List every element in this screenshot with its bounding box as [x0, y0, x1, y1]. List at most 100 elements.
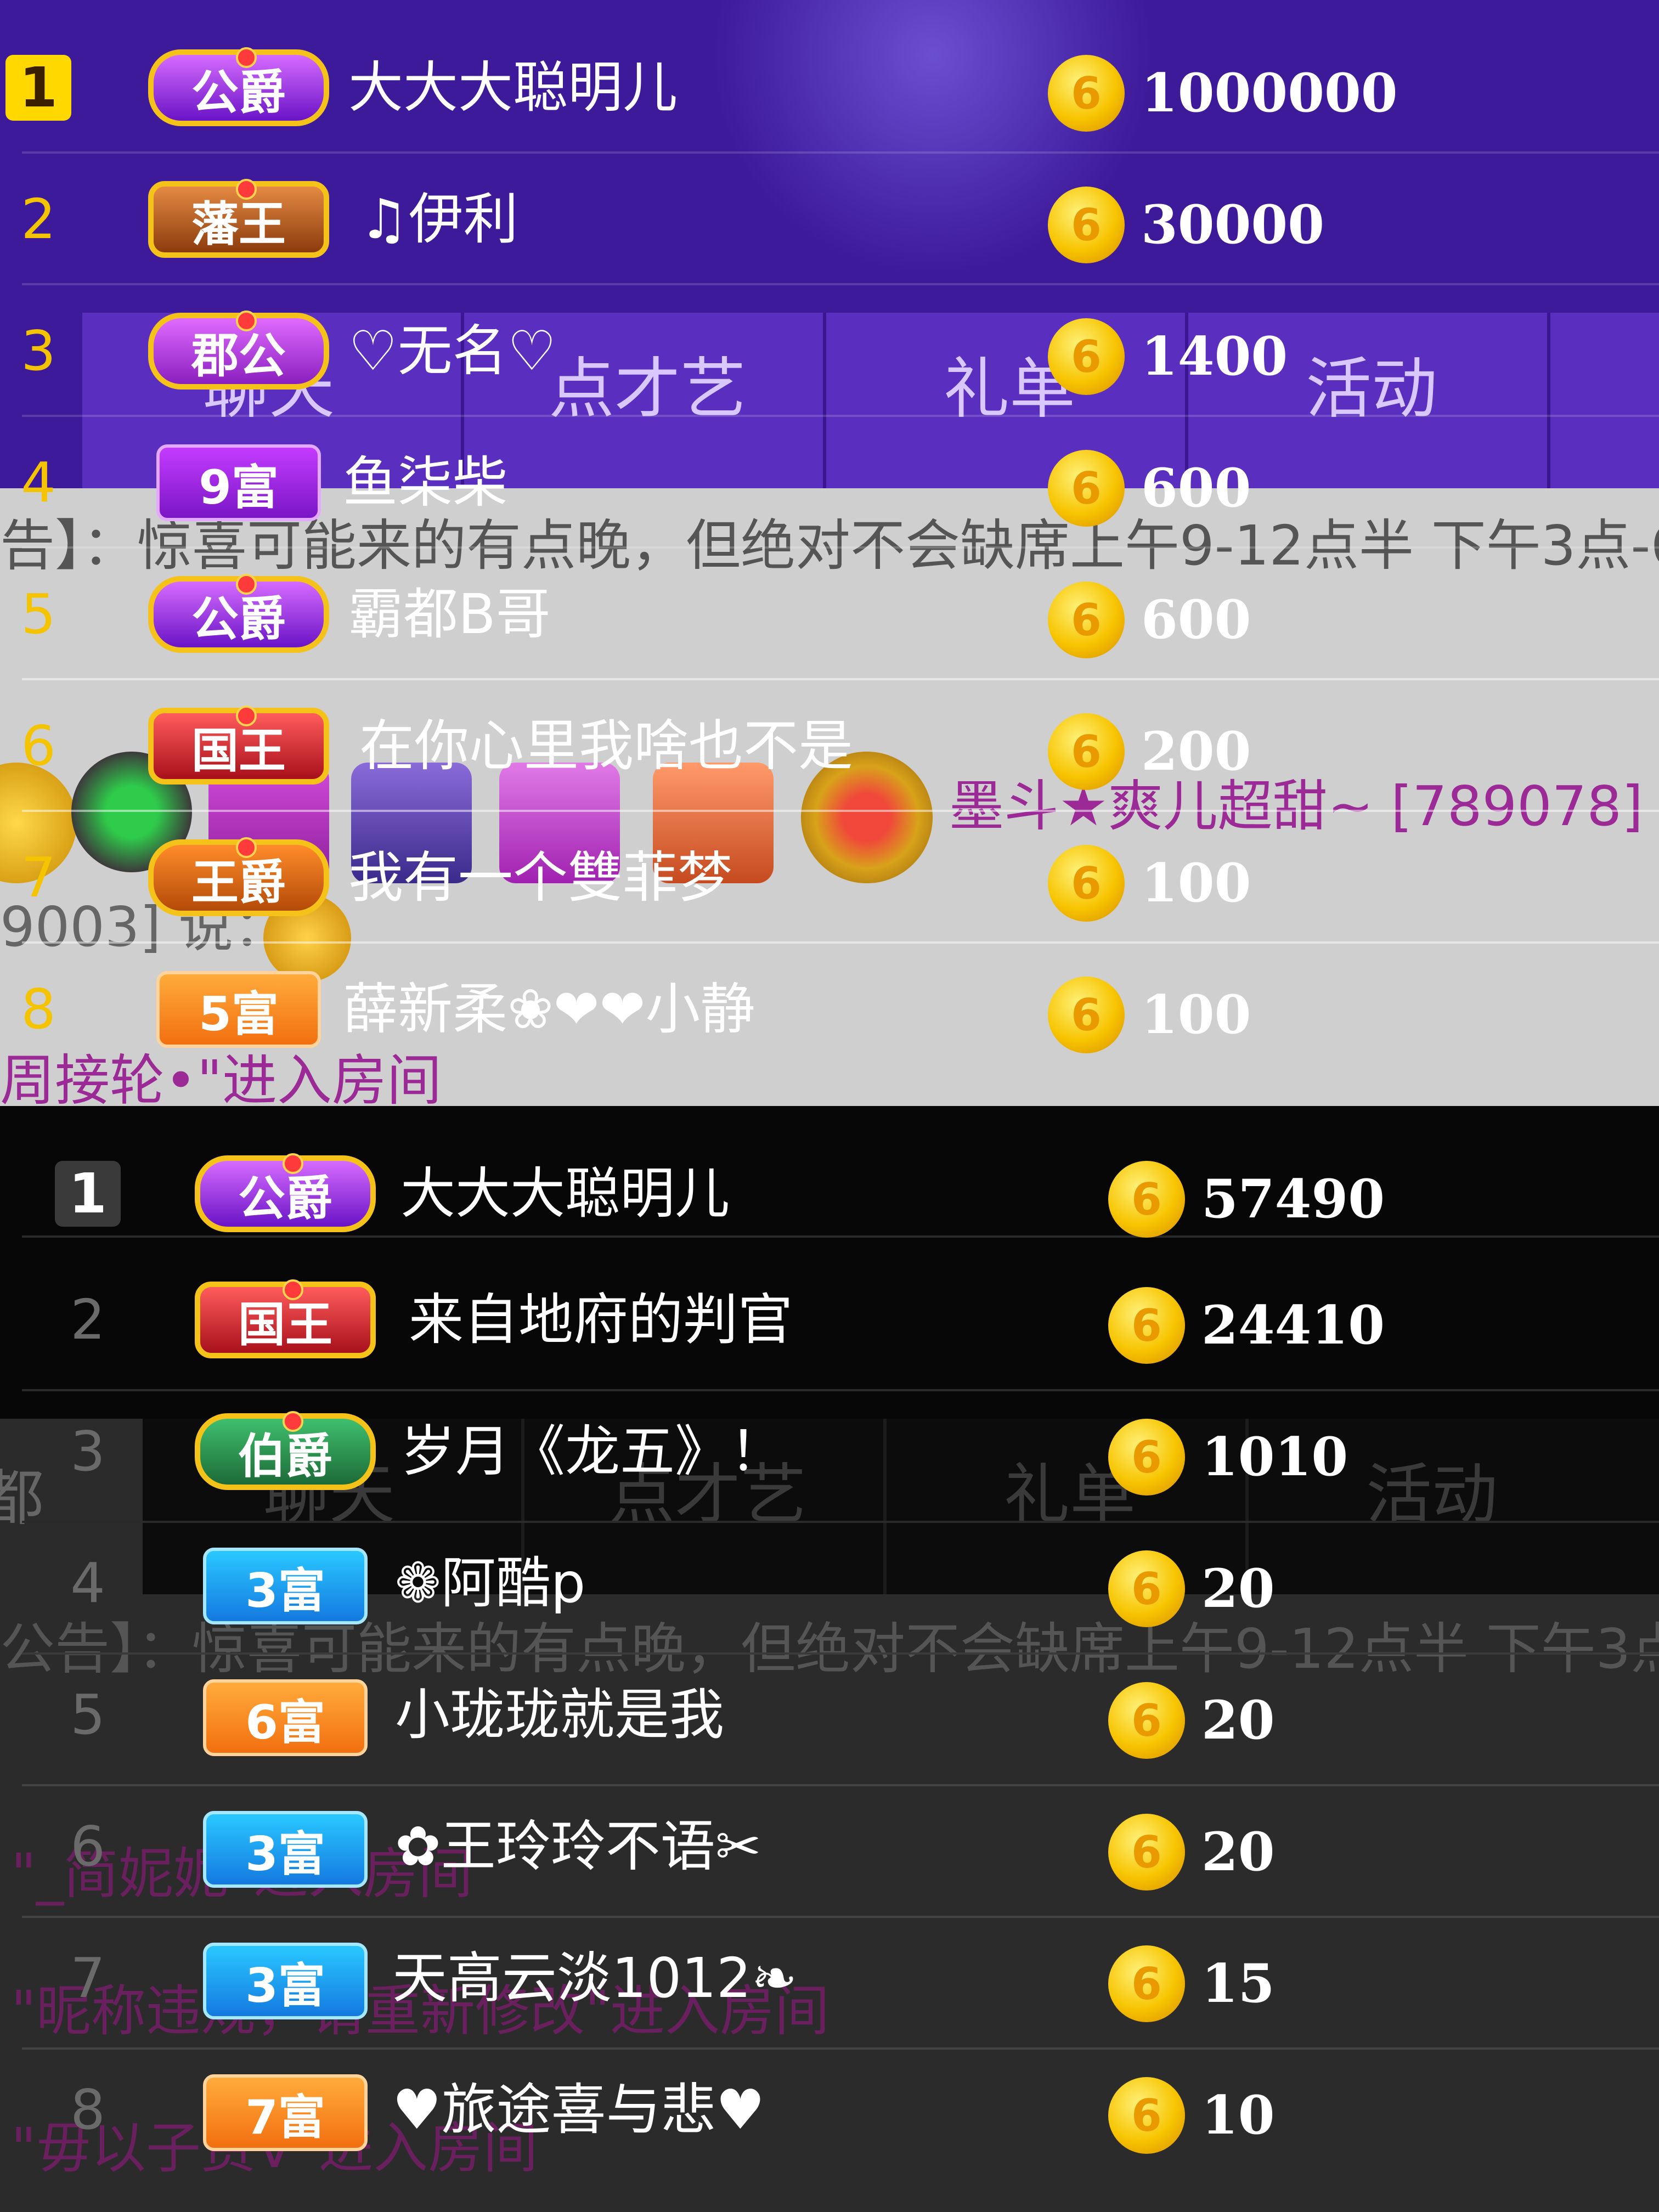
badge-label: 3富 — [245, 1826, 325, 1882]
score-value: 200 — [1141, 720, 1251, 782]
coin-icon: 6 — [1048, 845, 1125, 922]
user-name: 大大大聪明儿 — [348, 55, 678, 120]
user-name: 来自地府的判官 — [409, 1288, 793, 1352]
ranking-row[interactable]: 8 5富 薛新柔❀❤❤小静 6 100 — [0, 944, 1659, 1075]
user-name: ♫伊利 — [359, 187, 518, 251]
badge-gem-icon — [236, 311, 257, 331]
coin-icon: 6 — [1108, 1550, 1185, 1627]
score-value: 600 — [1141, 589, 1251, 651]
ranking-row[interactable]: 1 公爵 大大大聪明儿 6 1000000 — [0, 22, 1659, 154]
coin-icon: 6 — [1108, 2077, 1185, 2154]
noble-badge: 藩王 — [148, 179, 329, 258]
ranking-row[interactable]: 6 国王 在你心里我啥也不是 6 200 — [0, 680, 1659, 812]
user-name: 薛新柔❀❤❤小静 — [343, 977, 755, 1041]
user-name: 霸都B哥 — [348, 582, 551, 646]
wealth-badge: 9富 — [156, 444, 321, 521]
ranking-row[interactable]: 5 公爵 霸都B哥 6 600 — [0, 549, 1659, 680]
ranking-row[interactable]: 3 伯爵 岁月《龙五》！ 6 1010 — [0, 1391, 1659, 1523]
badge-label: 9富 — [199, 460, 279, 515]
badge-gem-icon — [236, 574, 257, 595]
score-value: 20 — [1201, 1689, 1275, 1751]
score-value: 20 — [1201, 1821, 1275, 1883]
score-value: 100 — [1141, 984, 1251, 1046]
coin-icon: 6 — [1048, 977, 1125, 1053]
score-value: 600 — [1141, 457, 1251, 519]
user-name: 大大大聪明儿 — [400, 1161, 730, 1226]
wealth-badge: 3富 — [203, 1811, 368, 1888]
badge-gem-icon — [236, 179, 257, 200]
badge-gem-icon — [236, 47, 257, 68]
rank-number: 4 — [21, 450, 56, 515]
badge-gem-icon — [283, 1279, 303, 1300]
ranking-row[interactable]: 3 郡公 ♡无名♡ 6 1400 — [0, 285, 1659, 417]
rank-number: 4 — [70, 1551, 105, 1615]
ranking-row[interactable]: 6 3富 ✿王玲玲不语✂ 6 20 — [0, 1786, 1659, 1918]
rank-number: 6 — [21, 714, 56, 778]
rank-number: 5 — [70, 1683, 105, 1747]
ranking-row[interactable]: 2 藩王 ♫伊利 6 30000 — [0, 154, 1659, 285]
score-value: 57490 — [1201, 1168, 1385, 1230]
user-name: 在你心里我啥也不是 — [359, 714, 853, 778]
ranking-row[interactable]: 1 公爵 大大大聪明儿 6 57490 — [0, 1106, 1659, 1238]
badge-label: 5富 — [199, 986, 279, 1042]
user-name: ✿王玲玲不语✂ — [395, 1814, 761, 1878]
score-value: 100 — [1141, 852, 1251, 914]
ranking-row[interactable]: 4 3富 ❁阿酷p 6 20 — [0, 1523, 1659, 1655]
wealth-badge: 3富 — [203, 1943, 368, 2019]
ranking-row[interactable]: 4 9富 鱼柒柴 6 600 — [0, 417, 1659, 549]
noble-badge: 王爵 — [148, 837, 329, 916]
coin-icon: 6 — [1108, 1682, 1185, 1759]
coin-icon: 6 — [1108, 1945, 1185, 2022]
rank-number: 1 — [55, 1161, 121, 1227]
rank-number: 2 — [21, 187, 56, 251]
ranking-row[interactable]: 8 7富 ♥旅途喜与悲♥ 6 10 — [0, 2050, 1659, 2181]
wealth-badge: 7富 — [203, 2074, 368, 2151]
row-separator — [22, 1235, 1659, 1238]
user-name: 鱼柒柴 — [343, 450, 507, 515]
rank-number: 2 — [70, 1288, 105, 1352]
rank-number: 8 — [21, 977, 56, 1041]
ranking-row[interactable]: 7 王爵 我有一个雙菲梦 6 100 — [0, 812, 1659, 944]
ranking-panel-top: 聊天 点才艺 礼单 活动 告】：惊喜可能来的有点晚，但绝对不会缺席上午9-12点… — [0, 0, 1659, 1106]
wealth-badge: 6富 — [203, 1679, 368, 1756]
score-value: 24410 — [1201, 1294, 1385, 1356]
coin-icon: 6 — [1108, 1814, 1185, 1891]
rank-number: 3 — [70, 1419, 105, 1483]
score-value: 30000 — [1141, 194, 1324, 256]
ranking-row[interactable]: 7 3富 天高云淡1012❧ 6 15 — [0, 1918, 1659, 2050]
score-value: 1000000 — [1141, 62, 1398, 124]
rank-number: 7 — [21, 845, 56, 910]
score-value: 10 — [1201, 2084, 1275, 2146]
wealth-badge: 5富 — [156, 971, 321, 1048]
rank-number: 8 — [70, 2078, 105, 2142]
score-value: 1400 — [1141, 325, 1288, 387]
ranking-panel-bottom: 都 聊天 点才艺 礼单 活动 公告】：惊喜可能来的有点晚，但绝对不会缺席上午9-… — [0, 1106, 1659, 2212]
coin-icon: 6 — [1108, 1287, 1185, 1364]
noble-badge: 公爵 — [148, 47, 329, 126]
badge-gem-icon — [236, 706, 257, 726]
score-value: 20 — [1201, 1558, 1275, 1620]
user-name: 我有一个雙菲梦 — [348, 845, 732, 910]
coin-icon: 6 — [1108, 1419, 1185, 1496]
badge-gem-icon — [283, 1411, 303, 1432]
noble-badge: 公爵 — [148, 574, 329, 653]
rank-number: 3 — [21, 319, 56, 383]
score-value: 1010 — [1201, 1426, 1348, 1488]
rank-number: 6 — [70, 1814, 105, 1878]
wealth-badge: 3富 — [203, 1548, 368, 1624]
badge-label: 3富 — [245, 1958, 325, 2013]
noble-badge: 国王 — [195, 1279, 376, 1358]
badge-gem-icon — [236, 837, 257, 858]
coin-icon: 6 — [1048, 713, 1125, 790]
coin-icon: 6 — [1048, 582, 1125, 658]
noble-badge: 国王 — [148, 706, 329, 785]
rank-number: 1 — [5, 55, 71, 121]
coin-icon: 6 — [1048, 187, 1125, 263]
coin-icon: 6 — [1048, 318, 1125, 395]
user-name: 小珑珑就是我 — [395, 1683, 724, 1747]
badge-label: 6富 — [245, 1695, 325, 1750]
ranking-row[interactable]: 2 国王 来自地府的判官 6 24410 — [0, 1260, 1659, 1391]
coin-icon: 6 — [1108, 1161, 1185, 1238]
ranking-row[interactable]: 5 6富 小珑珑就是我 6 20 — [0, 1655, 1659, 1786]
coin-icon: 6 — [1048, 55, 1125, 132]
